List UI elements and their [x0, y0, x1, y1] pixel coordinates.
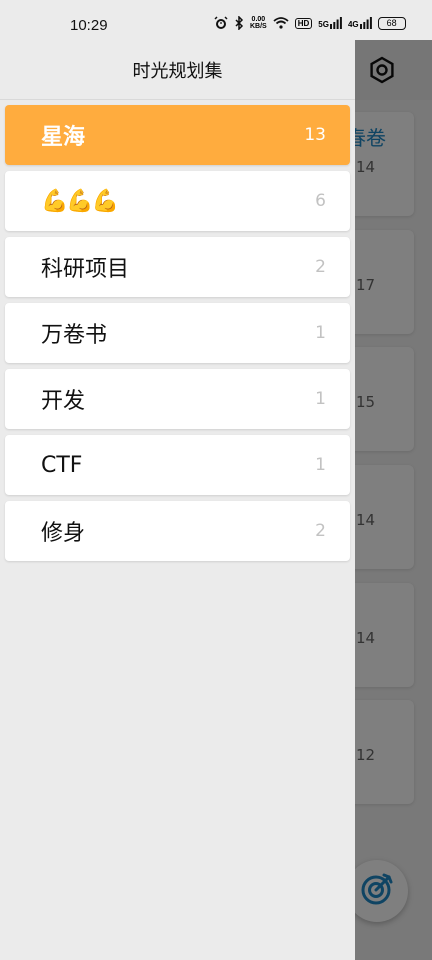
drawer-item-muscle[interactable]: 💪💪💪 6 — [5, 171, 350, 231]
drawer-title: 时光规划集 — [0, 40, 355, 100]
status-time: 10:29 — [70, 17, 108, 34]
wifi-icon — [273, 17, 289, 29]
drawer-item-books[interactable]: 万卷书 1 — [5, 303, 350, 363]
plan-collection-list: 星海 13 💪💪💪 6 科研项目 2 万卷书 1 开发 1 CTF 1 修身 2 — [5, 105, 350, 567]
drawer-item-label: 星海 — [41, 125, 86, 150]
drawer-item-self-cultivation[interactable]: 修身 2 — [5, 501, 350, 561]
network-speed-value: 0.00 — [251, 16, 266, 23]
drawer-item-xinghai[interactable]: 星海 13 — [5, 105, 350, 165]
drawer-item-dev[interactable]: 开发 1 — [5, 369, 350, 429]
drawer-item-count: 2 — [315, 257, 326, 277]
drawer-item-label: 💪💪💪 — [41, 188, 119, 214]
network-speed: 0.00 KB/S — [250, 16, 267, 30]
alarm-icon — [214, 16, 228, 30]
bluetooth-icon — [234, 16, 244, 30]
battery-indicator: 68 — [377, 16, 406, 30]
drawer-item-label: CTF — [41, 452, 83, 478]
signal-4g: 4G — [348, 17, 372, 29]
status-icons: 0.00 KB/S HD 5G 4G 68 — [214, 16, 406, 30]
signal-4g-label: 4G — [347, 20, 359, 29]
drawer-item-count: 1 — [315, 455, 326, 475]
signal-5g-label: 5G — [318, 20, 329, 29]
drawer-item-label: 科研项目 — [41, 257, 130, 282]
drawer-item-label: 修身 — [41, 521, 86, 546]
drawer-item-research[interactable]: 科研项目 2 — [5, 237, 350, 297]
drawer-item-count: 13 — [304, 125, 326, 145]
network-speed-unit: KB/S — [250, 23, 267, 30]
drawer-item-count: 2 — [315, 521, 326, 541]
drawer-item-label: 开发 — [41, 389, 86, 414]
drawer-item-count: 1 — [315, 389, 326, 409]
drawer-item-label: 万卷书 — [41, 323, 108, 348]
drawer-item-ctf[interactable]: CTF 1 — [5, 435, 350, 495]
drawer-item-count: 1 — [315, 323, 326, 343]
status-bar: 10:29 0.00 KB/S HD 5G 4G 68 — [0, 0, 432, 40]
hd-badge: HD — [294, 17, 313, 29]
signal-5g: 5G — [318, 17, 342, 29]
drawer-item-count: 6 — [315, 191, 326, 211]
navigation-drawer: 时光规划集 星海 13 💪💪💪 6 科研项目 2 万卷书 1 开发 1 CTF … — [0, 0, 355, 960]
